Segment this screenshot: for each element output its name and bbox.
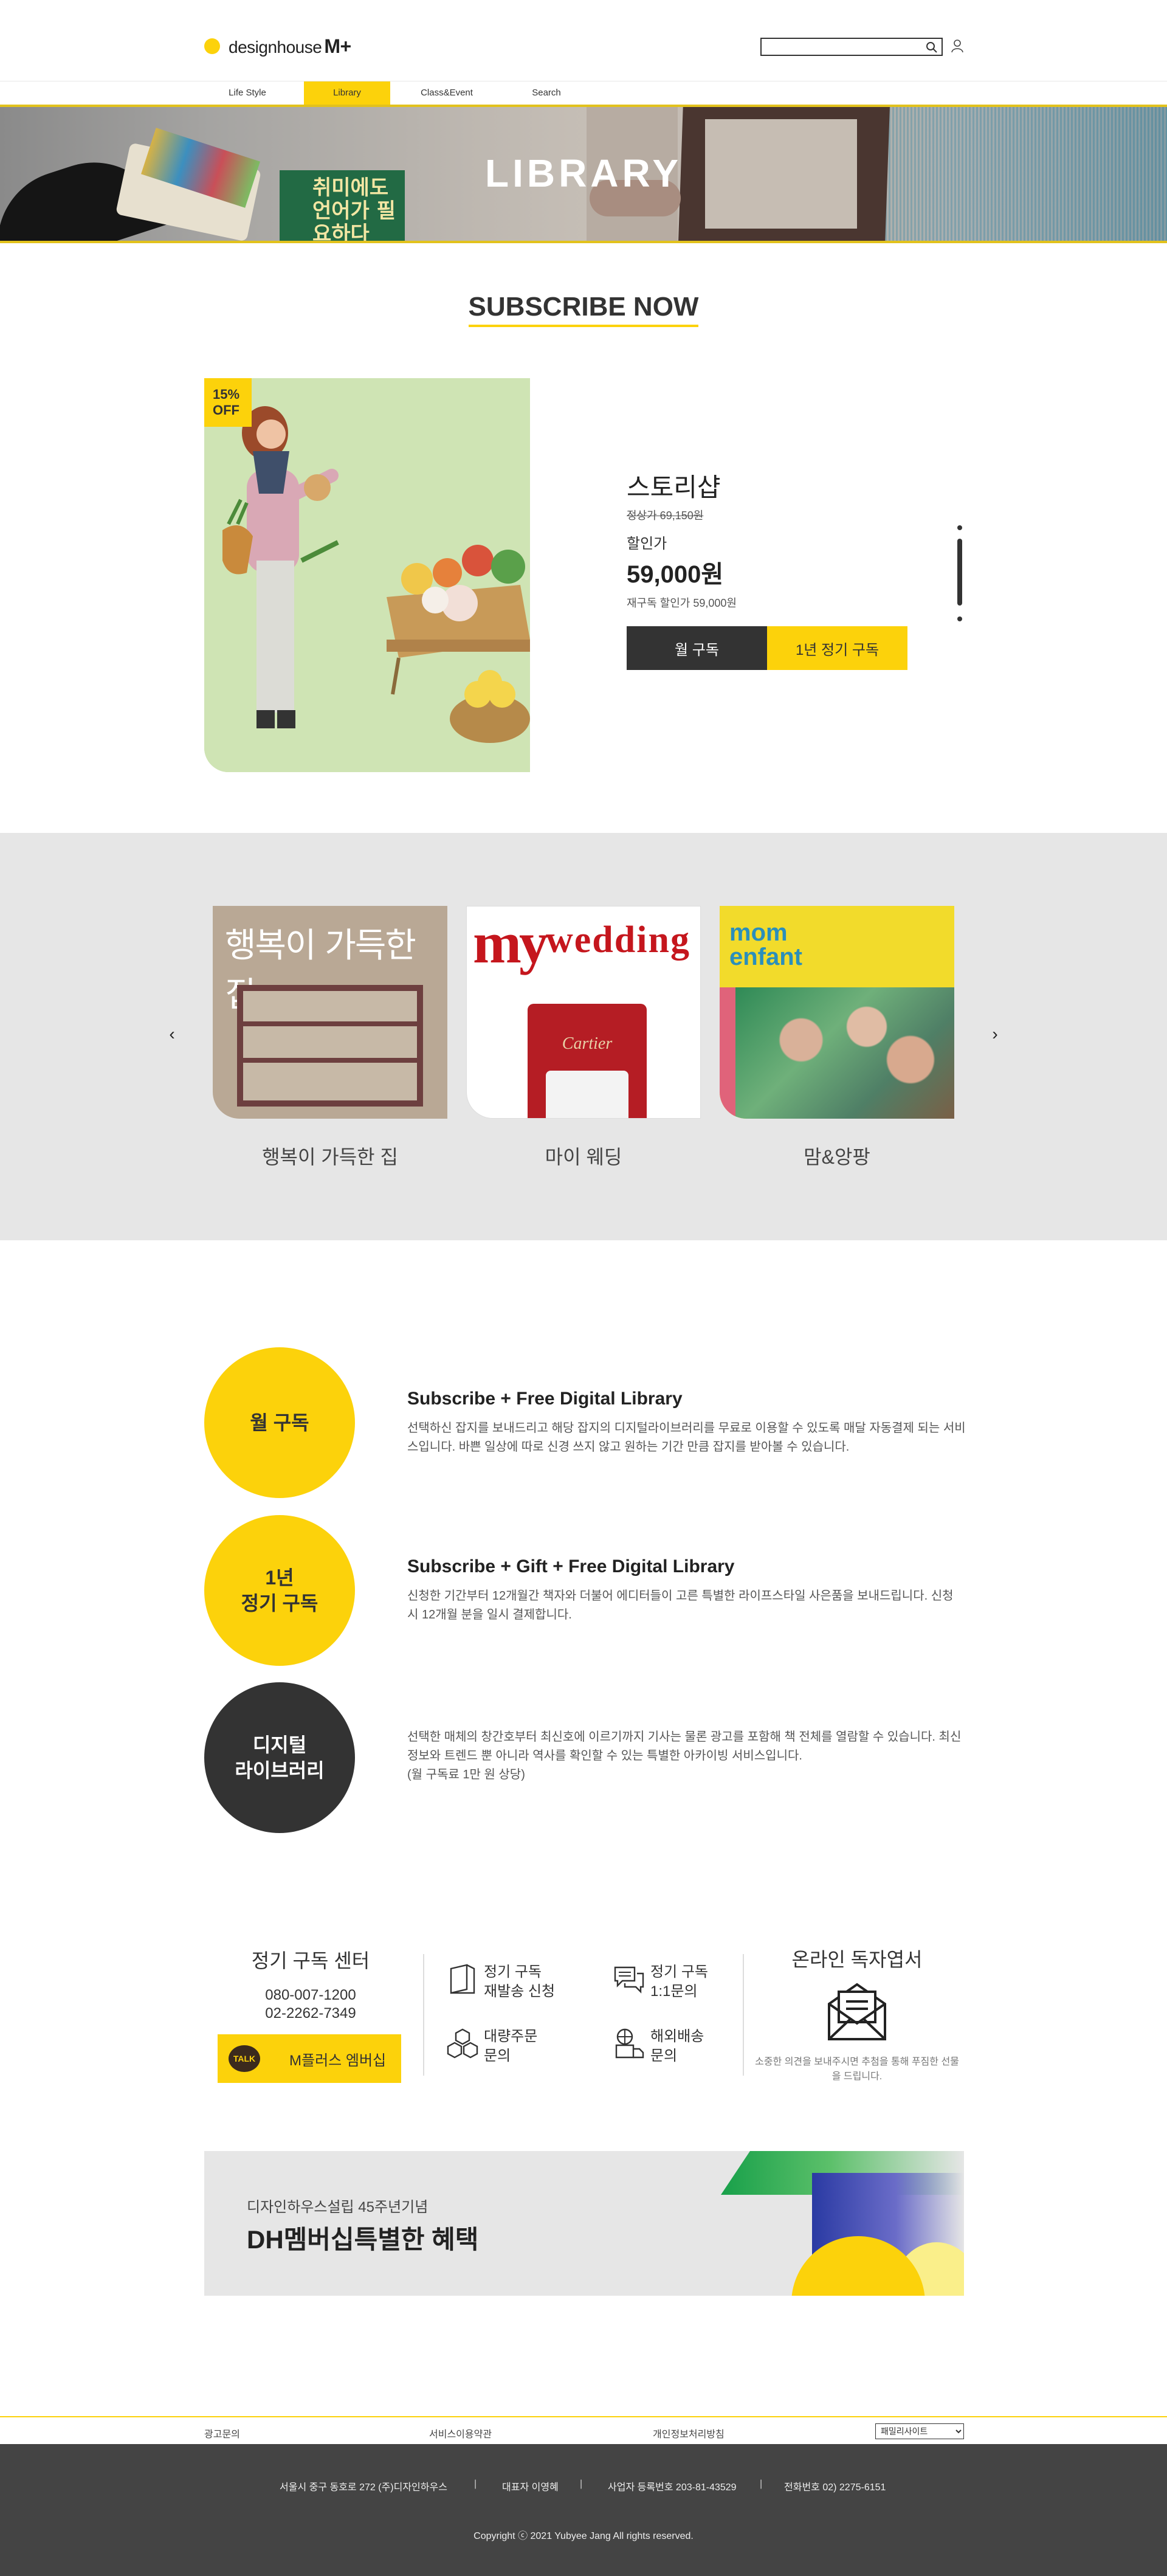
nav-life-style[interactable]: Life Style: [204, 81, 291, 105]
banner-subtitle: 디자인하우스설립 45주년기념: [247, 2199, 429, 2215]
main-nav: Life Style Library Class&Event Search: [204, 81, 603, 105]
mail-icon[interactable]: [825, 1980, 889, 2043]
footer-phone: 전화번호 02) 2275-6151: [784, 2482, 886, 2493]
plan-text-yearly: 신청한 기간부터 12개월간 책자와 더불어 에디터들이 고른 특별한 라이프스…: [407, 1589, 954, 1621]
inquiry-link[interactable]: 정기 구독 1:1문의: [613, 1963, 708, 2001]
plan-text-monthly: 선택하신 잡지를 보내드리고 해당 잡지의 디지털라이브러리를 무료로 이용할 …: [407, 1421, 966, 1454]
search-input[interactable]: [765, 39, 917, 55]
footer-ceo: 대표자 이영혜: [502, 2482, 559, 2493]
footer-link-ad[interactable]: 광고문의: [204, 2426, 240, 2440]
logo-dot-icon: [204, 38, 220, 54]
carousel-next-icon[interactable]: ›: [986, 1025, 1004, 1043]
boxes-icon: [447, 2028, 478, 2059]
discount-badge: 15% OFF: [204, 378, 252, 427]
header: designhouse M+: [0, 0, 1167, 81]
product-illustration: [204, 378, 530, 772]
magazine-label-3[interactable]: 맘&앙팡: [720, 1142, 954, 1170]
magazine-carousel: ‹ › 행복이 가득한 집 행복이 가득한 집 my wedding Carti…: [0, 833, 1167, 1240]
footer-link-terms[interactable]: 서비스이용약관: [429, 2426, 492, 2440]
footer-separator: |: [760, 2479, 763, 2489]
footer-separator: |: [580, 2479, 583, 2489]
subscription-center-title: 정기 구독 센터: [251, 1950, 370, 1972]
chat-icon: [614, 1966, 644, 1994]
nav-search[interactable]: Search: [503, 81, 590, 105]
copyright: Copyright ⓒ 2021 Yubyee Jang All rights …: [473, 2531, 694, 2541]
magazine-cover-3[interactable]: mom enfant: [720, 906, 954, 1119]
family-site-select[interactable]: 패밀리사이트: [875, 2423, 964, 2439]
magazine-label-1[interactable]: 행복이 가득한 집: [213, 1142, 447, 1170]
yearly-subscribe-button[interactable]: 1년 정기 구독: [767, 626, 907, 670]
magazine-cover-1[interactable]: 행복이 가득한 집: [213, 906, 447, 1119]
sale-label: 할인가: [627, 536, 667, 552]
site-logo[interactable]: designhouse M+: [204, 34, 351, 58]
renew-price: 재구독 할인가 59,000원: [627, 597, 737, 609]
resend-request-link[interactable]: 정기 구독 재발송 신청: [446, 1963, 555, 2001]
footer-address: 서울시 중구 동호로 272 (주)디자인하우스: [280, 2482, 447, 2493]
overseas-delivery-link[interactable]: 해외배송 문의: [613, 2027, 704, 2066]
pager-dot[interactable]: [957, 525, 962, 530]
nav-library[interactable]: Library: [304, 81, 390, 105]
footer-separator: |: [474, 2479, 477, 2489]
logo-bold: M+: [324, 35, 351, 57]
phone-number-1: 080-007-1200: [265, 1987, 356, 2003]
hero-banner: 취미에도 언어가 필요하다 LIBRARY: [0, 105, 1167, 243]
product-image[interactable]: 15% OFF: [204, 378, 530, 772]
kakao-talk-icon: TALK: [229, 2045, 260, 2072]
magazine-label-2[interactable]: 마이 웨딩: [466, 1142, 701, 1170]
plan-title-monthly: Subscribe + Free Digital Library: [407, 1389, 683, 1409]
search-icon[interactable]: [924, 40, 939, 55]
reader-postcard-text: 소중한 의견을 보내주시면 추첨을 통해 푸짐한 선물을 드립니다.: [755, 2057, 959, 2082]
global-delivery-icon: [615, 2028, 644, 2059]
product-name: 스토리샵: [627, 473, 721, 502]
slider-pager[interactable]: [957, 525, 963, 626]
logo-text: designhouse: [229, 37, 322, 57]
bulk-order-link[interactable]: 대량주문 문의: [446, 2027, 537, 2066]
plan-title-yearly: Subscribe + Gift + Free Digital Library: [407, 1556, 735, 1576]
pager-active[interactable]: [957, 539, 962, 606]
footer-links: 광고문의 서비스이용약관 개인정보처리방침 패밀리사이트: [0, 2416, 1167, 2444]
hero-title: LIBRARY: [484, 151, 683, 195]
divider: [743, 1954, 744, 2076]
divider: [423, 1954, 424, 2076]
sale-price: 59,000원: [627, 561, 724, 588]
carousel-prev-icon[interactable]: ‹: [163, 1025, 181, 1043]
footer: 서울시 중구 동호로 272 (주)디자인하우스 | 대표자 이영혜 | 사업자…: [0, 2444, 1167, 2576]
plan-text-digital: 선택한 매체의 창간호부터 최신호에 이르기까지 기사는 물론 광고를 포함해 …: [407, 1730, 962, 1781]
original-price: 정상가 69,150원: [627, 509, 704, 522]
footer-link-privacy[interactable]: 개인정보처리방침: [653, 2426, 725, 2440]
plan-circle-yearly: 1년 정기 구독: [204, 1515, 355, 1666]
phone-number-2: 02-2262-7349: [265, 2005, 356, 2022]
pager-dot[interactable]: [957, 616, 962, 621]
banner-title: DH멤버십특별한 혜택: [247, 2225, 479, 2254]
membership-banner[interactable]: 디자인하우스설립 45주년기념 DH멤버십특별한 혜택: [204, 2151, 964, 2296]
book-icon: [450, 1964, 475, 1994]
reader-postcard-title: 온라인 독자엽서: [791, 1949, 923, 1970]
plan-circle-monthly: 월 구독: [204, 1347, 355, 1498]
search-box: [760, 38, 943, 56]
plan-circle-digital: 디지털 라이브러리: [204, 1682, 355, 1833]
user-icon[interactable]: [951, 38, 964, 53]
footer-business-number: 사업자 등록번호 203-81-43529: [608, 2482, 737, 2493]
magazine-cover-2[interactable]: my wedding Cartier: [466, 906, 701, 1119]
monthly-subscribe-button[interactable]: 월 구독: [627, 626, 767, 670]
kakao-membership-button[interactable]: TALK M플러스 엠버십: [218, 2034, 401, 2083]
nav-class-event[interactable]: Class&Event: [404, 81, 490, 105]
subscribe-title: SUBSCRIBE NOW: [0, 292, 1167, 327]
